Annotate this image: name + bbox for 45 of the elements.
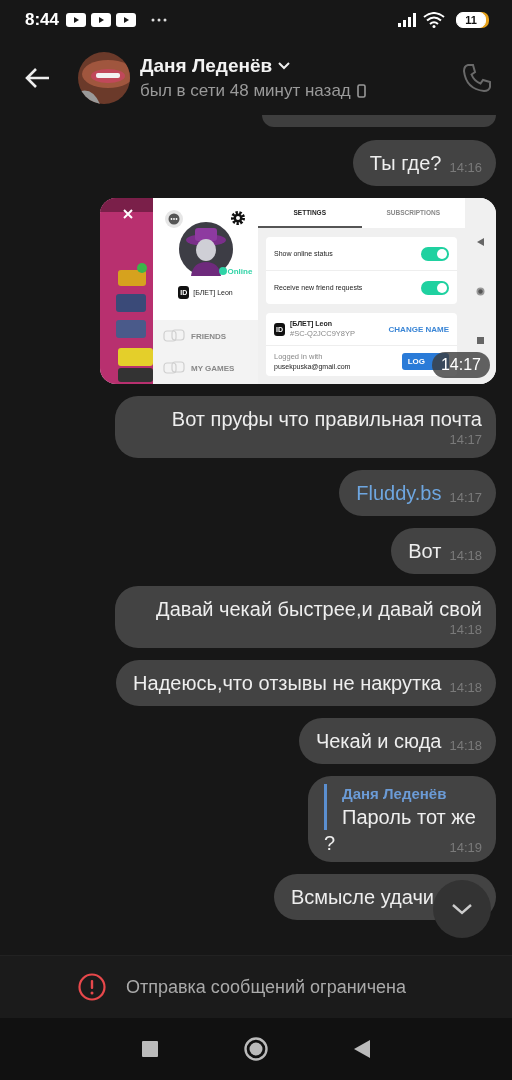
quote-text: Пароль тот же xyxy=(342,805,476,830)
message-time: 14:17 xyxy=(431,352,490,378)
message-text: Давай чекай быстрее,и давай свой xyxy=(156,597,482,622)
toggle-switch[interactable] xyxy=(421,280,449,295)
video-app-icon xyxy=(91,13,112,27)
call-icon[interactable] xyxy=(462,62,492,93)
message-text: Всмысле удачи xyxy=(290,885,434,910)
video-app-icon xyxy=(116,13,137,27)
chevron-down-icon[interactable] xyxy=(278,61,291,70)
toggle-switch[interactable] xyxy=(421,246,449,261)
message-text: Вот xyxy=(408,539,442,564)
last-seen-status: был в сети 48 минут назад xyxy=(140,80,351,101)
quoted-message[interactable]: Даня Леденёв Пароль тот же xyxy=(324,784,476,830)
message-text: Чекай и сюда xyxy=(315,729,442,754)
message-link[interactable]: Fluddy.bs xyxy=(356,480,442,506)
home-icon[interactable] xyxy=(476,287,485,296)
change-name-link[interactable]: CHANGE NAME xyxy=(388,324,449,334)
back-icon[interactable] xyxy=(354,1040,370,1058)
recents-icon[interactable] xyxy=(477,336,484,344)
message-text: Надеюсь,что отзывы не накрутка xyxy=(133,671,442,696)
restriction-notice: Отправка сообщений ограничена xyxy=(126,976,406,998)
quote-author: Даня Леденёв xyxy=(342,784,448,804)
home-icon[interactable] xyxy=(244,1037,268,1061)
phone-icon xyxy=(356,83,366,98)
close-icon[interactable] xyxy=(123,209,133,219)
cards-icon xyxy=(163,329,185,343)
status-time: 8:44 xyxy=(25,10,60,30)
scroll-down-button[interactable] xyxy=(433,880,491,938)
message-text: Ты где? xyxy=(369,151,442,176)
battery-indicator: 11 xyxy=(456,12,486,28)
settings-icon[interactable] xyxy=(230,210,246,226)
chat-icon[interactable] xyxy=(165,210,183,228)
video-app-icon xyxy=(66,13,87,27)
more-icon xyxy=(151,18,168,22)
message-text: ? xyxy=(324,831,336,856)
cards-icon xyxy=(163,361,185,375)
menu-item[interactable]: MY GAMES xyxy=(153,352,258,384)
menu-item[interactable]: FRIENDS xyxy=(153,320,258,352)
warning-icon xyxy=(78,973,106,1001)
contact-name[interactable]: Даня Леденёв xyxy=(140,54,273,77)
signal-icon xyxy=(398,13,419,27)
message-text: Вот пруфы что правильная почта xyxy=(171,407,482,432)
back-arrow-icon[interactable] xyxy=(24,66,50,89)
back-icon[interactable] xyxy=(477,238,484,247)
wifi-icon xyxy=(423,12,446,28)
